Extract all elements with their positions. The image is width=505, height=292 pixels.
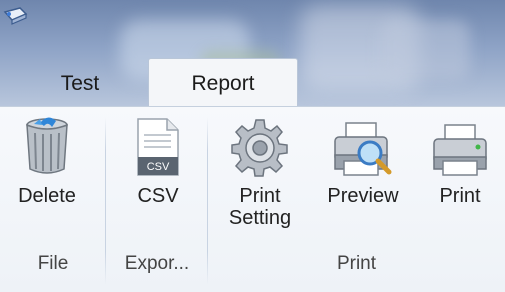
- background-blur: [380, 20, 470, 80]
- delete-label: Delete: [18, 185, 76, 207]
- print-button[interactable]: Print: [426, 113, 494, 207]
- group-label-export: Expor...: [124, 253, 190, 274]
- title-bar: Test Report: [0, 0, 505, 106]
- print-preview-icon: [334, 122, 392, 176]
- group-label-file: File: [37, 253, 69, 274]
- print-setting-label: Print Setting: [228, 185, 292, 229]
- trash-can-icon: [26, 117, 68, 174]
- preview-button[interactable]: Preview: [320, 113, 406, 207]
- svg-text:CSV: CSV: [147, 161, 170, 173]
- delete-button[interactable]: Delete: [6, 113, 88, 207]
- ribbon: Delete CSV CSV Print Setting Preview Pri…: [0, 106, 505, 292]
- print-setting-button[interactable]: Print Setting: [220, 113, 300, 229]
- tab-report[interactable]: Report: [148, 58, 298, 106]
- printer-icon: [433, 124, 487, 176]
- app-icon[interactable]: [2, 6, 30, 32]
- gear-icon: [231, 119, 288, 177]
- csv-label: CSV: [137, 185, 179, 207]
- print-label: Print: [439, 185, 481, 207]
- preview-label: Preview: [327, 185, 399, 207]
- tab-test[interactable]: Test: [20, 62, 140, 106]
- group-label-print: Print: [336, 253, 377, 274]
- csv-file-icon: CSV: [137, 118, 179, 176]
- csv-button[interactable]: CSV CSV: [116, 113, 200, 207]
